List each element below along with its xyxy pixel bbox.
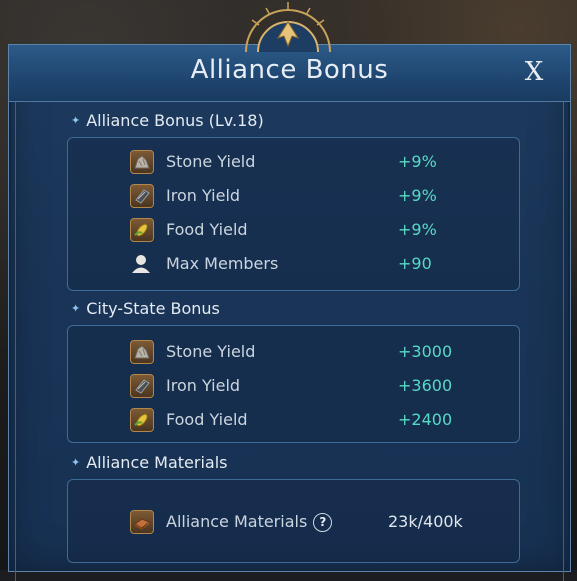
iron-icon [130,184,154,208]
bonus-label: Iron Yield [166,376,241,395]
bonus-row-food: Food Yield +9% [68,216,519,246]
sparkle-icon: ✦ [71,302,81,315]
food-icon [130,218,154,242]
bonus-row-members: Max Members +90 [68,250,519,280]
help-icon[interactable]: ? [313,513,333,532]
bonus-value: +9% [398,186,437,205]
member-icon [130,252,154,276]
bonus-row-stone: Stone Yield +9% [68,148,519,178]
bonus-label: Max Members [166,254,279,273]
materials-row: Alliance Materials? 23k/400k [68,508,519,538]
section-title-alliance-materials: ✦ Alliance Materials [71,453,228,472]
bonus-label: Food Yield [166,220,248,239]
bonus-value: +3000 [398,342,453,361]
alliance-materials-icon [130,510,154,534]
iron-icon [130,374,154,398]
bonus-label: Stone Yield [166,152,256,171]
bonus-label: Food Yield [166,410,248,429]
window-title: Alliance Bonus [190,55,389,85]
stone-icon [130,150,154,174]
sparkle-icon: ✦ [71,114,81,127]
bonus-value: +9% [398,152,437,171]
bonus-row-stone: Stone Yield +3000 [68,338,519,368]
bonus-row-food: Food Yield +2400 [68,406,519,436]
bonus-value: +3600 [398,376,453,395]
alliance-materials-box: Alliance Materials? 23k/400k [67,479,520,563]
bonus-label: Iron Yield [166,186,241,205]
section-title-label: City-State Bonus [86,299,220,318]
title-bar: Alliance Bonus X [9,45,570,102]
bonus-row-iron: Iron Yield +3600 [68,372,519,402]
section-title-alliance-bonus: ✦ Alliance Bonus (Lv.18) [71,111,264,130]
bonus-value: +2400 [398,410,453,429]
city-state-bonus-box: Stone Yield +3000 Iron Yield +3600 Food … [67,325,520,443]
food-icon [130,408,154,432]
section-title-label: Alliance Bonus (Lv.18) [86,111,264,130]
section-title-label: Alliance Materials [86,453,228,472]
bonus-value: +9% [398,220,437,239]
bonus-label: Stone Yield [166,342,256,361]
alliance-bonus-box: Stone Yield +9% Iron Yield +9% Food Yiel… [67,137,520,291]
crest-emblem-icon [245,2,331,52]
section-title-city-state-bonus: ✦ City-State Bonus [71,299,220,318]
materials-label: Alliance Materials? [166,512,333,532]
bonus-row-iron: Iron Yield +9% [68,182,519,212]
close-button[interactable]: X [520,57,548,87]
stone-icon [130,340,154,364]
materials-value: 23k/400k [388,512,463,531]
materials-label-text: Alliance Materials [166,512,308,531]
sparkle-icon: ✦ [71,456,81,469]
alliance-bonus-panel: Alliance Bonus X ✦ Alliance Bonus (Lv.18)… [8,44,571,581]
bonus-value: +90 [398,254,432,273]
